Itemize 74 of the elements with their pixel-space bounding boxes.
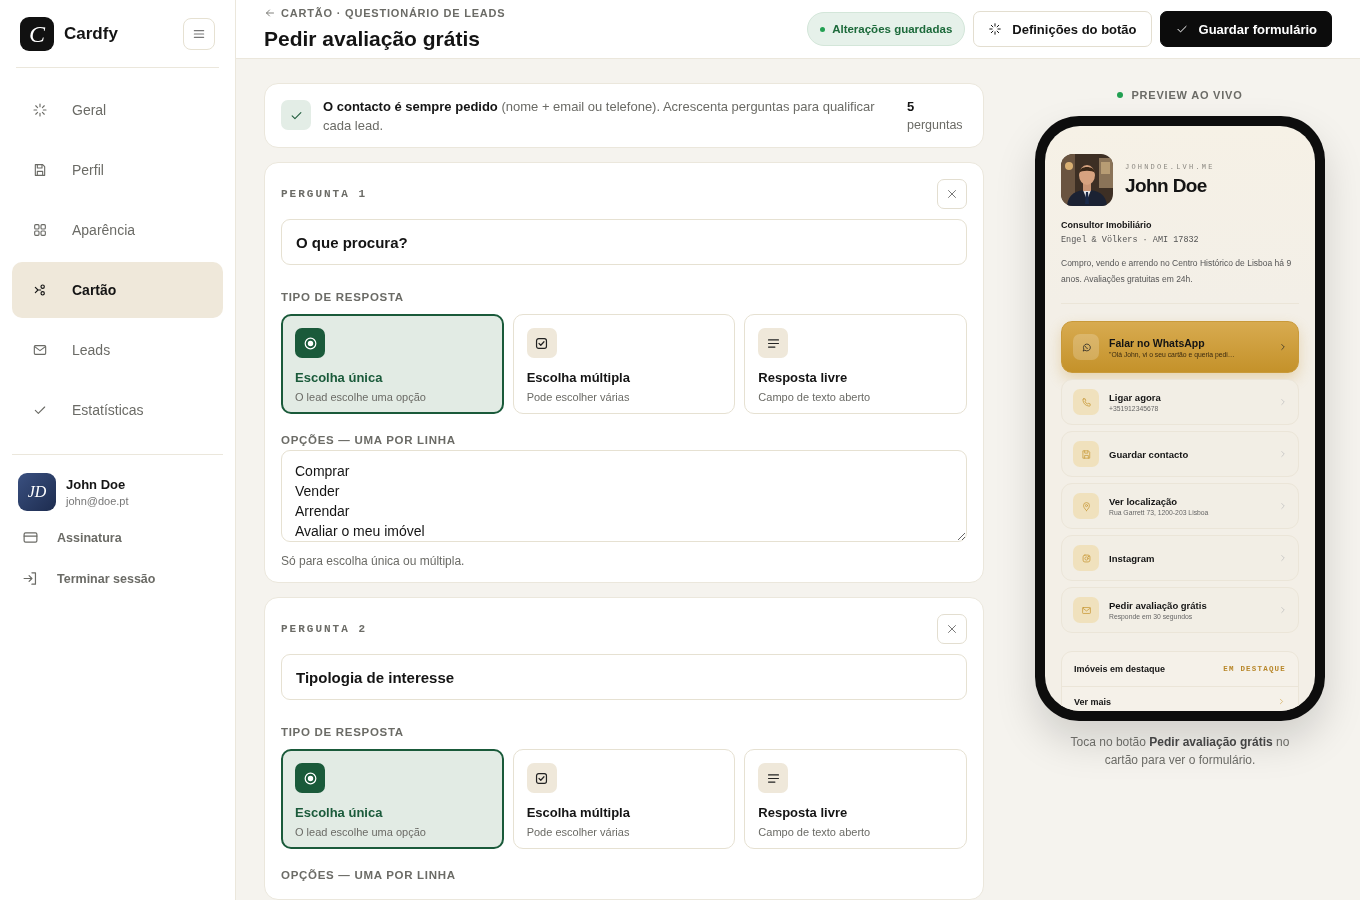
question-label: PERGUNTA 1 [281, 188, 367, 200]
featured-title: Imóveis em destaque [1074, 664, 1166, 674]
credit-card-icon [22, 529, 39, 546]
answer-type-option[interactable]: Escolha única O lead escolhe uma opção [281, 749, 504, 849]
question-count: 5 [907, 98, 916, 116]
mail-icon [1080, 604, 1092, 616]
share-icon [32, 282, 48, 298]
nav-item[interactable]: Leads [12, 322, 223, 378]
live-dot [1117, 92, 1124, 98]
hint-text: Só para escolha única ou múltipla. [281, 554, 466, 568]
card-action-button[interactable]: Guardar contacto [1061, 431, 1299, 477]
chevron-right-icon [1278, 397, 1288, 407]
question-field[interactable]: Tipologia de interesse [281, 654, 967, 700]
info-text: O contacto é sempre pedido (nome + email ou telefone). Acrescenta perguntas para qualificar cada lead. [323, 98, 876, 135]
nav-item[interactable]: Perfil [12, 142, 223, 198]
button-settings-button[interactable]: Definições do botão [973, 11, 1152, 47]
question-label: PERGUNTA 2 [281, 623, 367, 635]
floppy-disk-icon [1080, 448, 1092, 460]
close-icon [945, 187, 959, 201]
map-pin-icon [1080, 500, 1092, 512]
remove-question-button[interactable] [937, 179, 967, 209]
chat-bubble-icon [1080, 341, 1092, 353]
user-email: john@doe.pt [66, 495, 129, 507]
section-label: OPÇÕES — UMA POR LINHA [281, 434, 457, 446]
section-label: TIPO DE RESPOSTA [281, 726, 405, 738]
menu-button[interactable] [183, 18, 215, 50]
sparkle-icon [988, 22, 1003, 36]
nav-item[interactable]: Estatísticas [12, 382, 223, 438]
chevron-right-icon [1277, 697, 1286, 706]
sidebar-link[interactable]: Assinatura [12, 517, 223, 558]
section-label: TIPO DE RESPOSTA [281, 291, 405, 303]
breadcrumb[interactable]: CARTÃO · QUESTIONÁRIO DE LEADS [281, 7, 506, 19]
chevron-right-icon [1278, 605, 1288, 615]
answer-type-option[interactable]: Escolha única O lead escolhe uma opção [281, 314, 504, 414]
card-bio: Compro, vendo e arrendo no Centro Histórico de Lisboa há 9 anos. Avaliações gratuitas em 24h. [1061, 255, 1299, 304]
page-title: Pedir avaliação grátis [264, 27, 481, 51]
sidebar-link[interactable]: Terminar sessão [12, 558, 223, 599]
logo: C [20, 17, 54, 51]
preview-label: PREVIEW AO VIVO [1131, 89, 1243, 101]
answer-type-option[interactable]: Resposta livre Campo de texto aberto [744, 314, 967, 414]
chevron-right-icon [1278, 342, 1288, 352]
close-icon [945, 622, 959, 636]
options-field[interactable]: Comprar Vender Arrendar Avaliar o meu imóvel [281, 450, 967, 542]
nav-item[interactable]: Geral [12, 82, 223, 138]
user-avatar: JD [18, 473, 56, 511]
nav-item[interactable]: Aparência [12, 202, 223, 258]
preview-caption: Toca no botão Pedir avaliação grátis no cartão para ver o formulário. [1069, 734, 1291, 769]
chevron-right-icon [1278, 553, 1288, 563]
mail-icon [32, 342, 48, 358]
card-company: Engel & Völkers · AMI 17832 [1061, 235, 1200, 245]
saved-status-badge: Alterações guardadas [807, 12, 966, 46]
sign-in-icon [22, 570, 39, 587]
sparkle-icon [32, 102, 48, 118]
card-name: John Doe [1125, 175, 1208, 197]
section-label: OPÇÕES — UMA POR LINHA [281, 869, 457, 881]
chevron-right-icon [1278, 449, 1288, 459]
back-arrow-icon [264, 7, 276, 19]
card-role: Consultor Imobiliário [1061, 220, 1153, 230]
question-count-label: perguntas [907, 117, 964, 134]
see-more-link[interactable]: Ver mais [1074, 697, 1112, 707]
grid-icon [32, 222, 48, 238]
save-form-button[interactable]: Guardar formulário [1159, 11, 1332, 47]
card-action-button[interactable]: Instagram [1061, 535, 1299, 581]
nav-item[interactable]: Cartão [12, 262, 223, 318]
answer-type-option[interactable]: Resposta livre Campo de texto aberto [744, 749, 967, 849]
remove-question-button[interactable] [937, 614, 967, 644]
chevron-right-icon [1278, 501, 1288, 511]
answer-type-option[interactable]: Escolha múltipla Pode escolher várias [512, 749, 736, 849]
camera-icon [1080, 552, 1092, 564]
answer-type-option[interactable]: Escolha múltipla Pode escolher várias [512, 314, 736, 414]
brand-name: Cardfy [64, 24, 119, 44]
phone-icon [1080, 396, 1092, 408]
question-field[interactable]: O que procura? [281, 219, 967, 265]
user-name: John Doe [66, 477, 127, 492]
